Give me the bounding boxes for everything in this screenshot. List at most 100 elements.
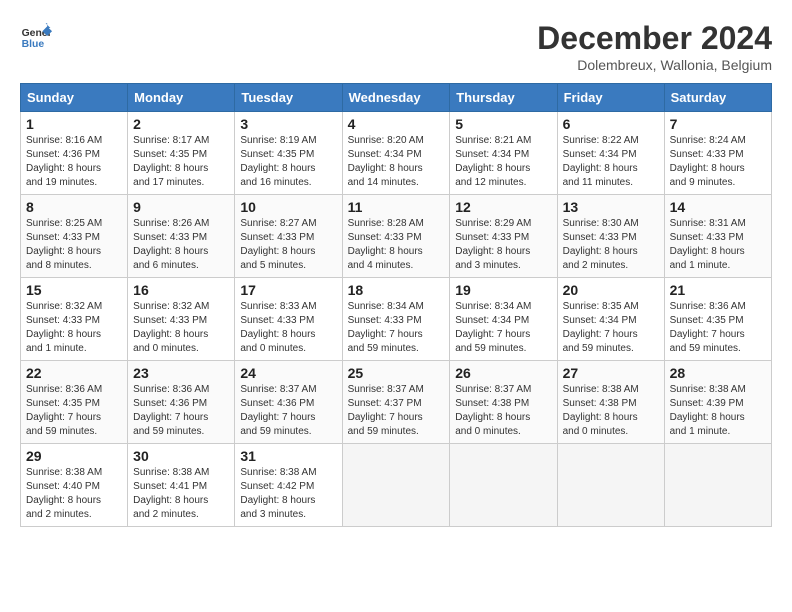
day-info: Sunrise: 8:38 AMSunset: 4:38 PMDaylight:… bbox=[563, 383, 659, 439]
day-info: Sunrise: 8:31 AMSunset: 4:33 PMDaylight:… bbox=[670, 217, 766, 273]
day-number: 19 bbox=[455, 282, 551, 298]
day-info: Sunrise: 8:17 AMSunset: 4:35 PMDaylight:… bbox=[133, 134, 229, 190]
day-cell-6: 6 Sunrise: 8:22 AMSunset: 4:34 PMDayligh… bbox=[557, 112, 664, 195]
day-cell-26: 26 Sunrise: 8:37 AMSunset: 4:38 PMDaylig… bbox=[450, 361, 557, 444]
day-number: 22 bbox=[26, 365, 122, 381]
day-number: 18 bbox=[348, 282, 445, 298]
day-cell-25: 25 Sunrise: 8:37 AMSunset: 4:37 PMDaylig… bbox=[342, 361, 450, 444]
day-cell-5: 5 Sunrise: 8:21 AMSunset: 4:34 PMDayligh… bbox=[450, 112, 557, 195]
header-wednesday: Wednesday bbox=[342, 84, 450, 112]
day-cell-27: 27 Sunrise: 8:38 AMSunset: 4:38 PMDaylig… bbox=[557, 361, 664, 444]
day-number: 25 bbox=[348, 365, 445, 381]
day-info: Sunrise: 8:32 AMSunset: 4:33 PMDaylight:… bbox=[133, 300, 229, 356]
day-info: Sunrise: 8:21 AMSunset: 4:34 PMDaylight:… bbox=[455, 134, 551, 190]
day-info: Sunrise: 8:38 AMSunset: 4:39 PMDaylight:… bbox=[670, 383, 766, 439]
day-cell-4: 4 Sunrise: 8:20 AMSunset: 4:34 PMDayligh… bbox=[342, 112, 450, 195]
day-number: 21 bbox=[670, 282, 766, 298]
day-info: Sunrise: 8:36 AMSunset: 4:36 PMDaylight:… bbox=[133, 383, 229, 439]
day-cell-20: 20 Sunrise: 8:35 AMSunset: 4:34 PMDaylig… bbox=[557, 278, 664, 361]
day-number: 16 bbox=[133, 282, 229, 298]
day-number: 2 bbox=[133, 116, 229, 132]
calendar-week-2: 8 Sunrise: 8:25 AMSunset: 4:33 PMDayligh… bbox=[21, 195, 772, 278]
header-monday: Monday bbox=[128, 84, 235, 112]
day-number: 20 bbox=[563, 282, 659, 298]
day-cell-11: 11 Sunrise: 8:28 AMSunset: 4:33 PMDaylig… bbox=[342, 195, 450, 278]
day-info: Sunrise: 8:20 AMSunset: 4:34 PMDaylight:… bbox=[348, 134, 445, 190]
header-thursday: Thursday bbox=[450, 84, 557, 112]
day-number: 6 bbox=[563, 116, 659, 132]
day-info: Sunrise: 8:36 AMSunset: 4:35 PMDaylight:… bbox=[26, 383, 122, 439]
day-number: 12 bbox=[455, 199, 551, 215]
day-info: Sunrise: 8:27 AMSunset: 4:33 PMDaylight:… bbox=[240, 217, 336, 273]
weekday-header-row: Sunday Monday Tuesday Wednesday Thursday… bbox=[21, 84, 772, 112]
day-info: Sunrise: 8:22 AMSunset: 4:34 PMDaylight:… bbox=[563, 134, 659, 190]
day-number: 8 bbox=[26, 199, 122, 215]
day-info: Sunrise: 8:38 AMSunset: 4:40 PMDaylight:… bbox=[26, 466, 122, 522]
day-number: 5 bbox=[455, 116, 551, 132]
day-info: Sunrise: 8:34 AMSunset: 4:34 PMDaylight:… bbox=[455, 300, 551, 356]
month-title: December 2024 bbox=[537, 20, 772, 57]
day-info: Sunrise: 8:28 AMSunset: 4:33 PMDaylight:… bbox=[348, 217, 445, 273]
day-info: Sunrise: 8:34 AMSunset: 4:33 PMDaylight:… bbox=[348, 300, 445, 356]
day-cell-7: 7 Sunrise: 8:24 AMSunset: 4:33 PMDayligh… bbox=[664, 112, 771, 195]
day-cell-30: 30 Sunrise: 8:38 AMSunset: 4:41 PMDaylig… bbox=[128, 444, 235, 527]
day-number: 26 bbox=[455, 365, 551, 381]
day-cell-28: 28 Sunrise: 8:38 AMSunset: 4:39 PMDaylig… bbox=[664, 361, 771, 444]
day-number: 1 bbox=[26, 116, 122, 132]
day-number: 10 bbox=[240, 199, 336, 215]
title-block: December 2024 Dolembreux, Wallonia, Belg… bbox=[537, 20, 772, 73]
day-info: Sunrise: 8:24 AMSunset: 4:33 PMDaylight:… bbox=[670, 134, 766, 190]
day-info: Sunrise: 8:25 AMSunset: 4:33 PMDaylight:… bbox=[26, 217, 122, 273]
header-tuesday: Tuesday bbox=[235, 84, 342, 112]
header-sunday: Sunday bbox=[21, 84, 128, 112]
day-cell-empty bbox=[557, 444, 664, 527]
day-number: 7 bbox=[670, 116, 766, 132]
day-number: 9 bbox=[133, 199, 229, 215]
svg-text:Blue: Blue bbox=[22, 39, 45, 50]
day-number: 13 bbox=[563, 199, 659, 215]
day-info: Sunrise: 8:30 AMSunset: 4:33 PMDaylight:… bbox=[563, 217, 659, 273]
day-info: Sunrise: 8:33 AMSunset: 4:33 PMDaylight:… bbox=[240, 300, 336, 356]
day-number: 11 bbox=[348, 199, 445, 215]
calendar-week-5: 29 Sunrise: 8:38 AMSunset: 4:40 PMDaylig… bbox=[21, 444, 772, 527]
day-cell-16: 16 Sunrise: 8:32 AMSunset: 4:33 PMDaylig… bbox=[128, 278, 235, 361]
day-cell-10: 10 Sunrise: 8:27 AMSunset: 4:33 PMDaylig… bbox=[235, 195, 342, 278]
day-cell-empty bbox=[664, 444, 771, 527]
location-subtitle: Dolembreux, Wallonia, Belgium bbox=[537, 57, 772, 73]
day-cell-14: 14 Sunrise: 8:31 AMSunset: 4:33 PMDaylig… bbox=[664, 195, 771, 278]
day-number: 24 bbox=[240, 365, 336, 381]
day-info: Sunrise: 8:35 AMSunset: 4:34 PMDaylight:… bbox=[563, 300, 659, 356]
calendar-table: Sunday Monday Tuesday Wednesday Thursday… bbox=[20, 83, 772, 527]
calendar-week-4: 22 Sunrise: 8:36 AMSunset: 4:35 PMDaylig… bbox=[21, 361, 772, 444]
header-friday: Friday bbox=[557, 84, 664, 112]
day-number: 14 bbox=[670, 199, 766, 215]
logo: General Blue bbox=[20, 20, 52, 52]
logo-icon: General Blue bbox=[20, 20, 52, 52]
day-number: 31 bbox=[240, 448, 336, 464]
day-info: Sunrise: 8:37 AMSunset: 4:36 PMDaylight:… bbox=[240, 383, 336, 439]
calendar-week-3: 15 Sunrise: 8:32 AMSunset: 4:33 PMDaylig… bbox=[21, 278, 772, 361]
day-number: 28 bbox=[670, 365, 766, 381]
day-cell-3: 3 Sunrise: 8:19 AMSunset: 4:35 PMDayligh… bbox=[235, 112, 342, 195]
page-header: General Blue December 2024 Dolembreux, W… bbox=[20, 20, 772, 73]
day-info: Sunrise: 8:19 AMSunset: 4:35 PMDaylight:… bbox=[240, 134, 336, 190]
day-cell-9: 9 Sunrise: 8:26 AMSunset: 4:33 PMDayligh… bbox=[128, 195, 235, 278]
day-cell-19: 19 Sunrise: 8:34 AMSunset: 4:34 PMDaylig… bbox=[450, 278, 557, 361]
day-number: 30 bbox=[133, 448, 229, 464]
day-cell-8: 8 Sunrise: 8:25 AMSunset: 4:33 PMDayligh… bbox=[21, 195, 128, 278]
day-cell-15: 15 Sunrise: 8:32 AMSunset: 4:33 PMDaylig… bbox=[21, 278, 128, 361]
day-number: 23 bbox=[133, 365, 229, 381]
day-cell-21: 21 Sunrise: 8:36 AMSunset: 4:35 PMDaylig… bbox=[664, 278, 771, 361]
day-info: Sunrise: 8:16 AMSunset: 4:36 PMDaylight:… bbox=[26, 134, 122, 190]
day-cell-empty bbox=[342, 444, 450, 527]
day-number: 17 bbox=[240, 282, 336, 298]
day-cell-1: 1 Sunrise: 8:16 AMSunset: 4:36 PMDayligh… bbox=[21, 112, 128, 195]
day-number: 27 bbox=[563, 365, 659, 381]
day-cell-17: 17 Sunrise: 8:33 AMSunset: 4:33 PMDaylig… bbox=[235, 278, 342, 361]
day-info: Sunrise: 8:29 AMSunset: 4:33 PMDaylight:… bbox=[455, 217, 551, 273]
day-info: Sunrise: 8:38 AMSunset: 4:41 PMDaylight:… bbox=[133, 466, 229, 522]
day-info: Sunrise: 8:38 AMSunset: 4:42 PMDaylight:… bbox=[240, 466, 336, 522]
day-cell-24: 24 Sunrise: 8:37 AMSunset: 4:36 PMDaylig… bbox=[235, 361, 342, 444]
header-saturday: Saturday bbox=[664, 84, 771, 112]
day-info: Sunrise: 8:37 AMSunset: 4:38 PMDaylight:… bbox=[455, 383, 551, 439]
